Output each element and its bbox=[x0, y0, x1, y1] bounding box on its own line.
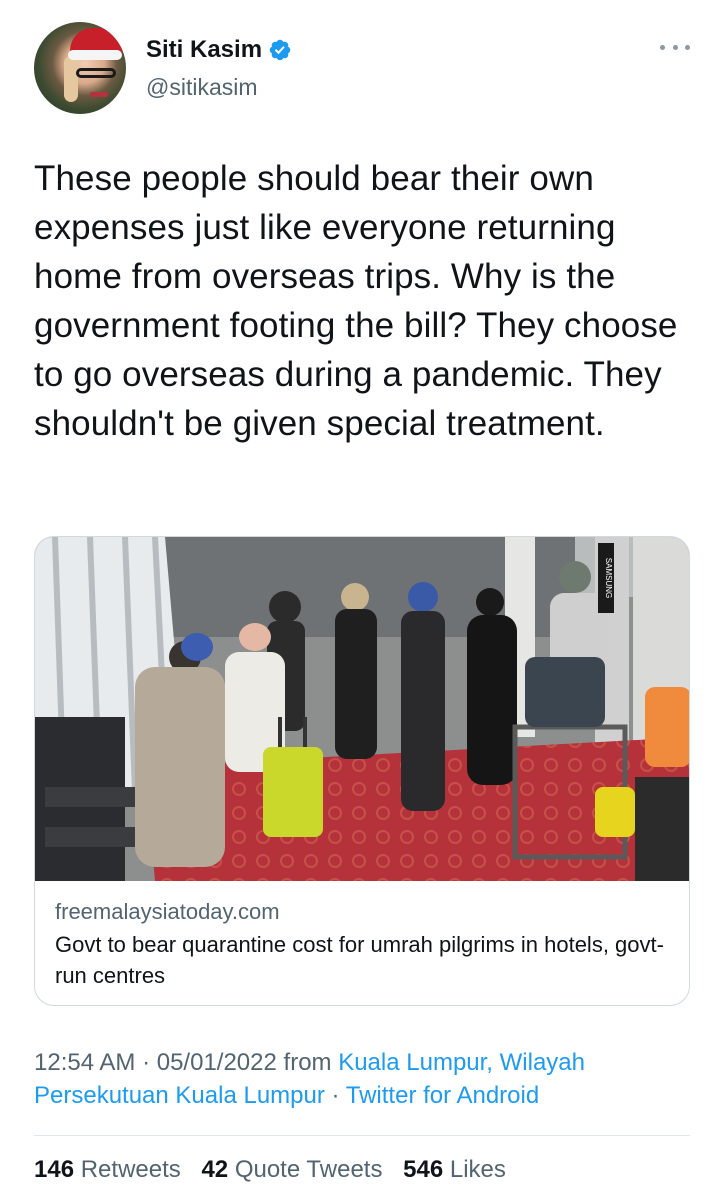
more-dot bbox=[685, 44, 690, 50]
meta-from: from bbox=[276, 1049, 339, 1076]
retweets-label: Retweets bbox=[80, 1156, 181, 1183]
meta-separator: · bbox=[324, 1082, 346, 1109]
more-dot bbox=[672, 44, 678, 50]
tweet-date[interactable]: 05/01/2022 bbox=[157, 1049, 277, 1076]
quotes-count: 42 bbox=[201, 1156, 229, 1183]
tweet-header: Siti Kasim @sitikasim bbox=[34, 22, 690, 118]
avatar-hair bbox=[64, 56, 78, 102]
more-dot bbox=[660, 44, 665, 50]
name-row: Siti Kasim bbox=[146, 36, 292, 64]
samsung-sign: SAMSUNG bbox=[604, 558, 613, 598]
card-image: SAMSUNG bbox=[35, 537, 689, 881]
quotes-label: Quote Tweets bbox=[234, 1156, 383, 1183]
tweet-text: These people should bear their own expen… bbox=[34, 159, 678, 443]
more-options-icon[interactable] bbox=[660, 42, 690, 52]
tweet-client-link[interactable]: Twitter for Android bbox=[346, 1082, 539, 1109]
avatar[interactable] bbox=[34, 22, 126, 114]
retweets-stat[interactable]: 146 Retweets bbox=[34, 1156, 181, 1183]
tweet-page: Siti Kasim @sitikasim These people shoul… bbox=[0, 0, 724, 1200]
avatar-glasses bbox=[76, 68, 116, 78]
card-domain: freemalaysiatoday.com bbox=[55, 899, 280, 924]
likes-count: 546 bbox=[403, 1156, 444, 1183]
quote-tweets-stat[interactable]: 42 Quote Tweets bbox=[201, 1156, 382, 1183]
tweet-metadata: 12:54 AM · 05/01/2022 from Kuala Lumpur,… bbox=[34, 1046, 694, 1112]
engagement-stats: 146 Retweets 42 Quote Tweets 546 Likes bbox=[34, 1156, 520, 1184]
avatar-hat-brim bbox=[68, 50, 122, 60]
likes-label: Likes bbox=[449, 1156, 506, 1183]
display-name[interactable]: Siti Kasim bbox=[146, 36, 262, 64]
likes-stat[interactable]: 546 Likes bbox=[403, 1156, 506, 1183]
tweet-time[interactable]: 12:54 AM bbox=[34, 1049, 135, 1076]
divider bbox=[34, 1135, 690, 1136]
user-handle[interactable]: @sitikasim bbox=[146, 74, 258, 101]
card-meta: freemalaysiatoday.com Govt to bear quara… bbox=[55, 897, 675, 991]
avatar-mouth bbox=[90, 92, 108, 97]
card-title[interactable]: Govt to bear quarantine cost for umrah p… bbox=[55, 929, 675, 991]
link-card[interactable]: SAMSUNG freemalaysiatoday.com Govt to be… bbox=[34, 536, 690, 1006]
retweets-count: 146 bbox=[34, 1156, 75, 1183]
meta-separator: · bbox=[135, 1049, 157, 1076]
verified-badge-icon bbox=[269, 39, 291, 61]
